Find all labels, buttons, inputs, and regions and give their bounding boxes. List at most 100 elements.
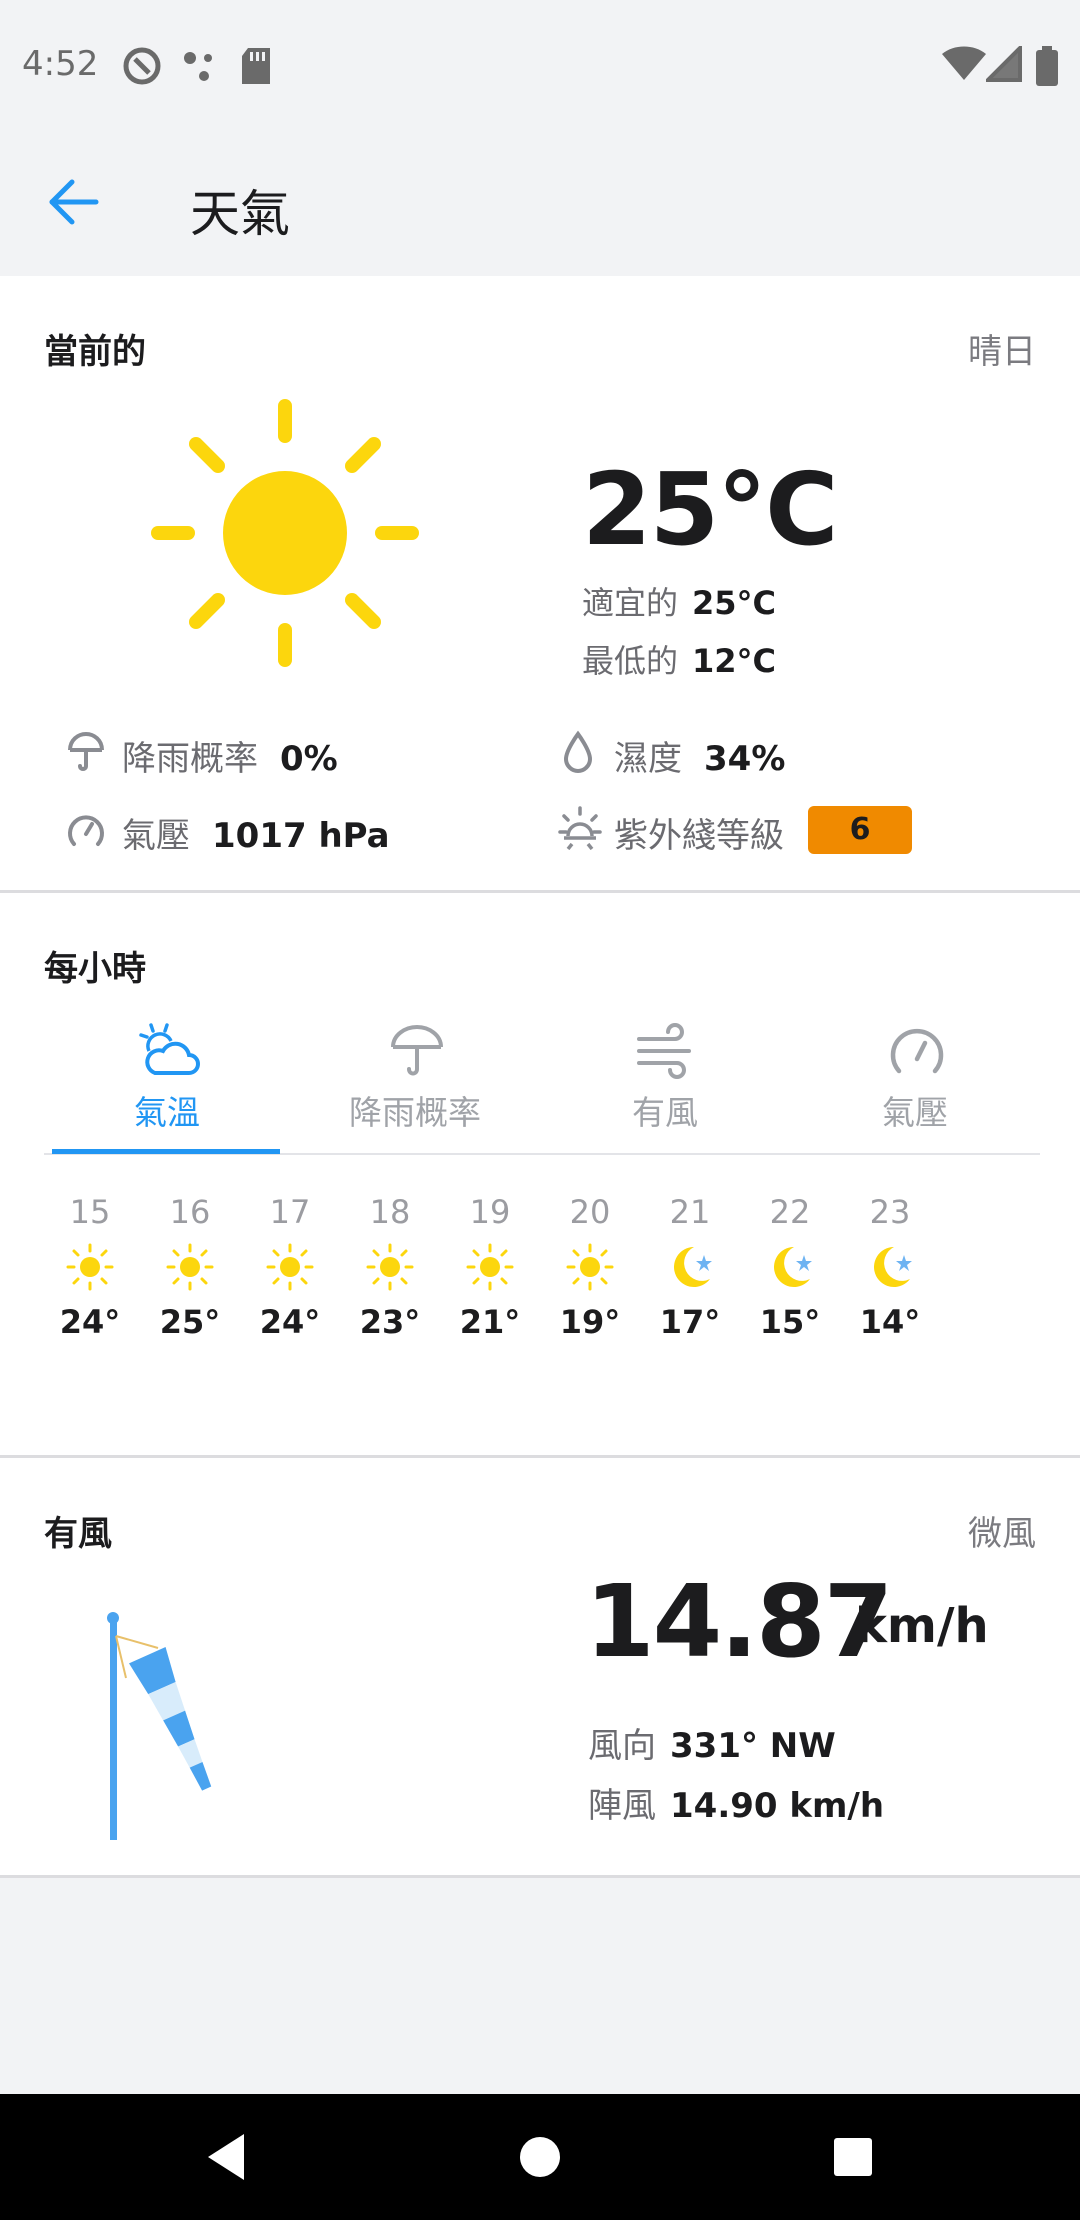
pressure-row: 氣壓 1017 hPa: [122, 808, 390, 857]
tab-temperature[interactable]: 氣溫: [42, 1011, 292, 1151]
sun-icon: [566, 1243, 614, 1291]
wind-condition: 微風: [968, 1514, 1036, 1554]
sun-icon: [66, 1243, 114, 1291]
hourly-time: 22: [769, 1193, 811, 1231]
hourly-temp: 17°: [659, 1303, 721, 1341]
hourly-time: 15: [69, 1193, 111, 1231]
current-section-title: 當前的: [44, 332, 146, 372]
wind-gust-value: 14.90 km/h: [670, 1786, 885, 1826]
wind-direction-row: 風向 331° NW: [588, 1718, 836, 1767]
hourly-time: 16: [169, 1193, 211, 1231]
hourly-temp: 25°: [159, 1303, 221, 1341]
wind-icon: [637, 1023, 691, 1079]
temperature-cloud-icon: [139, 1023, 200, 1075]
uv-sun-icon: [558, 806, 602, 850]
hourly-item: 17 24°: [240, 1193, 340, 1341]
tab-wind-label: 有風: [632, 1093, 698, 1132]
umbrella-icon: [391, 1024, 443, 1076]
feels-like-row: 適宜的 25°C: [582, 578, 776, 624]
windsock-icon: [107, 1612, 212, 1840]
wind-speed-value: 14.87: [585, 1563, 893, 1680]
moon-icon: [774, 1247, 812, 1287]
tab-temperature-label: 氣溫: [134, 1093, 200, 1132]
hourly-item: 16 25°: [140, 1193, 240, 1341]
low-temp-row: 最低的 12°C: [582, 636, 776, 682]
app-bar: 天氣: [0, 128, 1080, 276]
hourly-time: 17: [269, 1193, 311, 1231]
wind-direction-label: 風向: [588, 1726, 656, 1766]
hourly-time: 23: [869, 1193, 911, 1231]
hourly-item: 15 24°: [40, 1193, 140, 1341]
low-temp-label: 最低的: [582, 642, 679, 680]
sun-icon: [366, 1243, 414, 1291]
hourly-temp: 19°: [559, 1303, 621, 1341]
hourly-time: 20: [569, 1193, 611, 1231]
wind-speed-unit: km/h: [855, 1598, 989, 1654]
wind-card: 有風 微風 14.87 km/h 風向 331° NW 陣風 14.90 km/h: [0, 1458, 1080, 1878]
hourly-section-title: 每小時: [44, 949, 146, 989]
hourly-item: 19 21°: [440, 1193, 540, 1341]
tab-precipitation[interactable]: 降雨概率: [290, 1011, 540, 1151]
hourly-item: 21 17°: [640, 1193, 740, 1341]
precip-row: 降雨概率 0%: [122, 731, 338, 780]
feels-like-value: 25°C: [692, 584, 777, 622]
precip-label: 降雨概率: [122, 739, 258, 779]
nav-back-icon[interactable]: [204, 2132, 248, 2182]
hourly-item: 22 15°: [740, 1193, 840, 1341]
hourly-forecast-card: 每小時 氣溫 降雨概率 有風 氣壓 15 24° 16 25° 17 24° 1…: [0, 893, 1080, 1458]
moon-icon: [874, 1247, 912, 1287]
uv-row: 紫外綫等級: [614, 808, 784, 857]
sun-icon: [466, 1243, 514, 1291]
pressure-label: 氣壓: [122, 816, 190, 856]
hourly-temp: 24°: [259, 1303, 321, 1341]
gauge-icon: [890, 1028, 944, 1074]
sun-icon: [266, 1243, 314, 1291]
page-title: 天氣: [190, 185, 290, 243]
hourly-temp: 24°: [59, 1303, 121, 1341]
wind-section-title: 有風: [44, 1514, 112, 1554]
wifi-icon: [942, 46, 986, 80]
hourly-temp: 14°: [859, 1303, 921, 1341]
feels-like-label: 適宜的: [582, 584, 679, 622]
sun-icon: [151, 399, 419, 667]
nav-recents-icon[interactable]: [830, 2132, 874, 2182]
status-time: 4:52: [22, 44, 99, 84]
humidity-value: 34%: [704, 739, 786, 779]
cell-signal-icon: [986, 46, 1022, 82]
precip-value: 0%: [280, 739, 338, 779]
tab-pressure-label: 氣壓: [882, 1093, 948, 1132]
hourly-time: 21: [669, 1193, 711, 1231]
gauge-icon: [68, 815, 104, 846]
back-arrow-icon[interactable]: [40, 172, 110, 232]
current-weather-card: 當前的 晴日 25°C 適宜的 25°C 最低的 12°C 降雨概率 0% 濕度 34%: [0, 276, 1080, 893]
wind-direction-value: 331° NW: [670, 1726, 836, 1766]
assistant-dots-icon: [184, 52, 212, 81]
assistant-at-icon: [123, 47, 161, 85]
sun-icon: [166, 1243, 214, 1291]
active-tab-indicator: [52, 1149, 280, 1154]
hourly-temp: 21°: [459, 1303, 521, 1341]
humidity-label: 濕度: [614, 739, 682, 779]
pressure-value: 1017 hPa: [212, 816, 390, 856]
battery-icon: [1036, 46, 1058, 86]
current-temperature: 25°C: [582, 451, 839, 568]
current-condition: 晴日: [968, 332, 1036, 372]
hourly-temp: 15°: [759, 1303, 821, 1341]
tab-precipitation-label: 降雨概率: [349, 1093, 481, 1132]
tab-pressure[interactable]: 氣壓: [790, 1011, 1040, 1151]
umbrella-icon: [68, 731, 104, 771]
hourly-item: 23 14°: [840, 1193, 940, 1341]
status-bar: 4:52: [0, 0, 1080, 128]
wind-gust-label: 陣風: [588, 1786, 656, 1826]
low-temp-value: 12°C: [692, 642, 777, 680]
hourly-time: 19: [469, 1193, 511, 1231]
tab-wind[interactable]: 有風: [540, 1011, 790, 1151]
hourly-item: 20 19°: [540, 1193, 640, 1341]
sd-card-icon: [242, 48, 270, 84]
hourly-temp: 23°: [359, 1303, 421, 1341]
nav-home-icon[interactable]: [518, 2132, 562, 2182]
system-nav-bar: [0, 2094, 1080, 2220]
water-drop-icon: [563, 730, 593, 774]
wind-gust-row: 陣風 14.90 km/h: [588, 1778, 884, 1827]
humidity-row: 濕度 34%: [614, 731, 785, 780]
